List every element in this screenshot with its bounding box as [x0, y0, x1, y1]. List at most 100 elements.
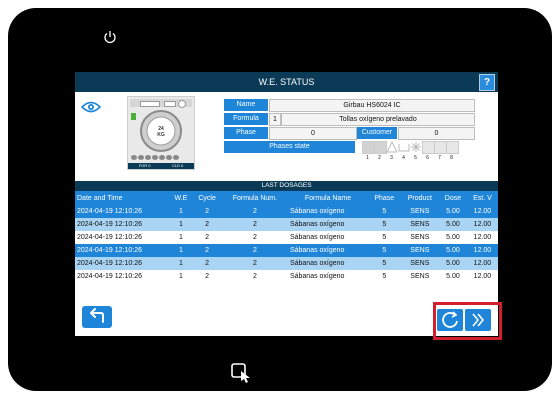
dosages-table: Date and Time W.E Cycle Formula Num. For…	[75, 191, 498, 283]
table-cell: 2	[221, 231, 288, 244]
table-row[interactable]: 2024-04-19 12:10:26 1 2 2 Sábanas oxígeno 5 SE…	[75, 270, 498, 283]
table-cell: Sábanas oxígeno	[287, 257, 368, 270]
table-cell: Sábanas oxígeno	[287, 218, 368, 231]
table-cell: SENS	[400, 205, 440, 218]
last-dosages-title: LAST DOSAGES	[75, 181, 498, 191]
table-cell: 2024-04-19 12:10:26	[75, 205, 170, 218]
highlight-frame	[433, 302, 502, 340]
column-header: Dose	[439, 191, 467, 205]
machine-control-panel	[130, 99, 192, 108]
table-cell: SENS	[400, 244, 440, 257]
table-cell: 12.00	[466, 244, 498, 257]
eye-icon[interactable]	[81, 100, 101, 114]
table-cell: 2024-04-19 12:10:26	[75, 218, 170, 231]
table-cell: 5.00	[439, 270, 467, 283]
phase-number: 8	[450, 155, 453, 161]
title-bar: W.E. STATUS ?	[75, 72, 498, 92]
table-cell: 1	[169, 218, 193, 231]
table-cell: Sábanas oxígeno	[287, 244, 368, 257]
machine-footer: FOR 0 CLD 0	[128, 163, 194, 169]
customer-label: Customer	[357, 127, 397, 139]
formula-value: Tollas oxígeno prelavado	[281, 113, 475, 126]
machine-buttons	[131, 155, 191, 160]
table-cell: 5	[367, 257, 401, 270]
table-cell: 5.00	[439, 218, 467, 231]
table-cell: 12.00	[466, 218, 498, 231]
column-header: Est. V	[466, 191, 498, 205]
column-header: Formula Name	[287, 191, 368, 205]
column-header: Cycle	[192, 191, 222, 205]
table-cell: 2	[192, 257, 222, 270]
phase-number: 7	[438, 155, 441, 161]
page-title: W.E. STATUS	[258, 77, 315, 87]
phase-8-indicator	[446, 141, 459, 154]
table-cell: 1	[169, 231, 193, 244]
table-cell: 5.00	[439, 257, 467, 270]
table-cell: 2	[192, 218, 222, 231]
table-cell: 1	[169, 205, 193, 218]
table-cell: Sábanas oxígeno	[287, 231, 368, 244]
power-icon[interactable]	[103, 30, 117, 44]
table-cell: SENS	[400, 218, 440, 231]
name-value: Girbau HS6024 IC	[269, 99, 475, 112]
table-cell: 2	[221, 270, 288, 283]
table-cell: 5.00	[439, 205, 467, 218]
machine-load-unit: KG	[157, 132, 165, 138]
help-button[interactable]: ?	[479, 74, 495, 91]
phase-3-triangle-icon	[386, 141, 398, 153]
table-cell: 5	[367, 205, 401, 218]
table-cell: Sábanas oxígeno	[287, 270, 368, 283]
table-cell: SENS	[400, 270, 440, 283]
column-header: Formula Num.	[221, 191, 288, 205]
table-cell: 5	[367, 231, 401, 244]
table-cell: Sábanas oxígeno	[287, 205, 368, 218]
machine-footer-right: CLD 0	[171, 163, 184, 168]
phase-value: 0	[269, 127, 357, 140]
phase-number: 5	[414, 155, 417, 161]
machine-info-panel: Name Girbau HS6024 IC Formula 1 Tollas o…	[224, 99, 475, 169]
table-cell: 12.00	[466, 270, 498, 283]
table-header-row: Date and Time W.E Cycle Formula Num. For…	[75, 191, 498, 205]
table-cell: 1	[169, 244, 193, 257]
back-button[interactable]	[82, 306, 112, 328]
table-row[interactable]: 2024-04-19 12:10:26 1 2 2 Sábanas oxígeno 5 SE…	[75, 218, 498, 231]
phase-4-tray-icon	[398, 144, 410, 152]
machine-footer-left: FOR 0	[138, 163, 151, 168]
table-row[interactable]: 2024-04-19 12:10:26 1 2 2 Sábanas oxígeno 5 SE…	[75, 205, 498, 218]
name-label: Name	[224, 99, 268, 111]
table-cell: 12.00	[466, 257, 498, 270]
table-cell: 2	[192, 231, 222, 244]
table-cell: 5	[367, 244, 401, 257]
table-cell: SENS	[400, 231, 440, 244]
table-cell: 5	[367, 218, 401, 231]
phase-number: 6	[426, 155, 429, 161]
phase-label: Phase	[224, 127, 268, 139]
table-row[interactable]: 2024-04-19 12:10:26 1 2 2 Sábanas oxígeno 5 SE…	[75, 231, 498, 244]
table-cell: 5.00	[439, 244, 467, 257]
table-cell: 5.00	[439, 231, 467, 244]
customer-value: 0	[398, 127, 475, 140]
column-header: Product	[400, 191, 440, 205]
phase-number: 2	[378, 155, 381, 161]
table-row[interactable]: 2024-04-19 12:10:26 1 2 2 Sábanas oxígeno 5 SE…	[75, 257, 498, 270]
table-cell: 2024-04-19 12:10:26	[75, 231, 170, 244]
table-cell: 2	[192, 270, 222, 283]
status-screen: W.E. STATUS ? 24 KG FOR 0 CLD 0 Name Gir…	[75, 72, 498, 336]
phase-number: 3	[390, 155, 393, 161]
column-header: Date and Time	[75, 191, 170, 205]
table-cell: 2	[221, 257, 288, 270]
table-row[interactable]: 2024-04-19 12:10:26 1 2 2 Sábanas oxígeno 5 SE…	[75, 244, 498, 257]
table-cell: 12.00	[466, 205, 498, 218]
table-cell: 5	[367, 270, 401, 283]
table-cell: 2	[221, 218, 288, 231]
return-arrow-icon	[90, 308, 104, 323]
table-cell: 2	[192, 244, 222, 257]
touch-icon	[231, 363, 250, 383]
table-cell: 12.00	[466, 231, 498, 244]
formula-label: Formula	[224, 113, 268, 125]
table-cell: 2024-04-19 12:10:26	[75, 244, 170, 257]
table-cell: 2	[221, 244, 288, 257]
table-cell: 1	[169, 257, 193, 270]
phases-state-label: Phases state	[224, 141, 355, 153]
table-cell: 2	[192, 205, 222, 218]
